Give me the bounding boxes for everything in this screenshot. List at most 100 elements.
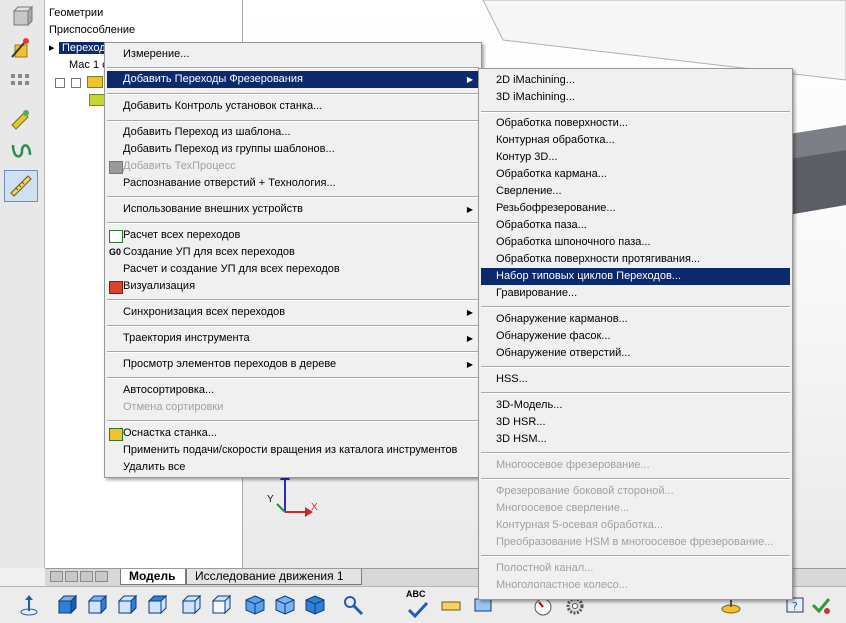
menu-separator bbox=[481, 555, 790, 557]
menu-separator bbox=[107, 67, 479, 69]
collapse-icon[interactable] bbox=[55, 78, 65, 88]
submenu-item-slot[interactable]: Обработка паза... bbox=[481, 217, 790, 234]
submenu-item-3d-model[interactable]: 3D-Модель... bbox=[481, 397, 790, 414]
tree-item-mac[interactable]: Мас 1 с bbox=[69, 57, 108, 73]
toolpath-icon[interactable] bbox=[4, 134, 38, 166]
submenu-item-pocket-recognition[interactable]: Обнаружение карманов... bbox=[481, 311, 790, 328]
menu-item-autosort[interactable]: Автосортировка... bbox=[107, 382, 479, 399]
menu-separator bbox=[481, 452, 790, 454]
submenu-item-profile[interactable]: Контурная обработка... bbox=[481, 132, 790, 149]
submenu-item-thread-milling[interactable]: Резьбофрезерование... bbox=[481, 200, 790, 217]
expand-icon[interactable]: ▸ bbox=[49, 40, 59, 56]
tab-nav-last[interactable] bbox=[95, 571, 108, 582]
submenu-item-pocket[interactable]: Обработка кармана... bbox=[481, 166, 790, 183]
tab-motion-study[interactable]: Исследование движения 1 bbox=[186, 569, 362, 585]
menu-item-toolpath[interactable]: Траектория инструмента ▶ bbox=[107, 330, 479, 347]
submenu-arrow-icon: ▶ bbox=[466, 334, 473, 343]
tree-item-sub[interactable] bbox=[89, 94, 105, 110]
part-icon[interactable] bbox=[4, 2, 38, 34]
menu-separator bbox=[107, 120, 479, 122]
tree-item-checkbox[interactable] bbox=[55, 76, 104, 92]
tab-nav-first[interactable] bbox=[50, 571, 63, 582]
submenu-item-hss[interactable]: HSS... bbox=[481, 371, 790, 388]
menu-item-visualization[interactable]: Визуализация bbox=[107, 278, 479, 295]
submenu-item-3d-hsm[interactable]: 3D HSM... bbox=[481, 431, 790, 448]
view-dimetric-icon[interactable] bbox=[272, 592, 298, 618]
menu-separator bbox=[107, 420, 479, 422]
menu-separator bbox=[481, 366, 790, 368]
menu-item-add-techprocess: Добавить ТехПроцесс bbox=[107, 158, 479, 175]
menu-item-create-nc-all[interactable]: G0 Создание УП для всех переходов bbox=[107, 244, 479, 261]
menu-separator bbox=[481, 478, 790, 480]
submenu-item-multiaxis: Многоосевое фрезерование... bbox=[496, 459, 650, 471]
tree-item-fixture[interactable]: Приспособление bbox=[49, 22, 135, 38]
submenu-item-hsm-to-multiaxis: Преобразование HSM в многоосевое фрезеро… bbox=[496, 536, 774, 548]
operation-icon bbox=[89, 94, 105, 106]
menu-item-add-from-template-group[interactable]: Добавить Переход из группы шаблонов... bbox=[107, 141, 479, 158]
submenu-item-side-milling: Фрезерование боковой стороной... bbox=[496, 485, 674, 497]
submenu-item-channel: Полостной канал... bbox=[496, 562, 594, 574]
menu-item-external-devices[interactable]: Использование внешних устройств ▶ bbox=[107, 201, 479, 218]
submenu-item-broaching[interactable]: Обработка поверхности протягивания... bbox=[481, 251, 790, 268]
submenu-item-hole-recognition[interactable]: Обнаружение отверстий... bbox=[481, 345, 790, 362]
submenu-arrow-icon: ▶ bbox=[466, 205, 473, 214]
tab-nav-next[interactable] bbox=[80, 571, 93, 582]
menu-separator bbox=[481, 392, 790, 394]
menu-separator bbox=[107, 377, 479, 379]
menu-item-delete-all[interactable]: Удалить все bbox=[107, 459, 479, 476]
menu-separator bbox=[481, 306, 790, 308]
submenu-item-contour-3d[interactable]: Контур 3D... bbox=[481, 149, 790, 166]
view-iso-icon[interactable] bbox=[242, 592, 268, 618]
submenu-arrow-icon: ▶ bbox=[466, 308, 473, 317]
menu-item-apply-feeds[interactable]: Применить подачи/скорости вращения из ка… bbox=[107, 442, 479, 459]
visualization-icon bbox=[109, 281, 123, 294]
view-left-icon[interactable] bbox=[114, 592, 140, 618]
measure-icon[interactable] bbox=[4, 170, 38, 202]
submenu-item-3d-imachining[interactable]: 3D iMachining... bbox=[481, 89, 790, 106]
tab-model[interactable]: Модель bbox=[120, 569, 186, 585]
measure-small-icon[interactable] bbox=[438, 592, 464, 618]
menu-separator bbox=[107, 196, 479, 198]
normal-to-icon[interactable] bbox=[16, 592, 42, 618]
magic-wand-icon[interactable] bbox=[4, 32, 38, 64]
menu-item-hole-recognition[interactable]: Распознавание отверстий + Технология... bbox=[107, 175, 479, 192]
submenu-item-face-milling[interactable]: Обработка поверхности... bbox=[481, 115, 790, 132]
menu-item-calc-create-nc-all[interactable]: Расчет и создание УП для всех переходов bbox=[107, 261, 479, 278]
menu-item-measure[interactable]: Измерение... bbox=[107, 46, 479, 63]
tree-item-geometry[interactable]: Геометрии bbox=[49, 5, 103, 21]
submenu-item-engraving[interactable]: Гравирование... bbox=[481, 285, 790, 302]
menu-item-add-setup-check[interactable]: Добавить Контроль установок станка... bbox=[107, 98, 479, 115]
submenu-item-cycle-set[interactable]: Набор типовых циклов Переходов... bbox=[481, 268, 790, 285]
menu-separator bbox=[107, 325, 479, 327]
checkbox[interactable] bbox=[71, 78, 82, 88]
menu-item-sync-all[interactable]: Синхронизация всех переходов ▶ bbox=[107, 304, 479, 321]
check-icon[interactable] bbox=[808, 592, 834, 618]
submenu-item-multiaxis-drilling: Многоосевое сверление... bbox=[496, 502, 630, 514]
pattern-icon[interactable] bbox=[4, 64, 38, 96]
view-right-icon[interactable] bbox=[144, 592, 170, 618]
view-trimetric-icon[interactable] bbox=[302, 592, 328, 618]
section-view-icon[interactable] bbox=[340, 592, 366, 618]
submenu-item-keyway[interactable]: Обработка шпоночного паза... bbox=[481, 234, 790, 251]
view-top-icon[interactable] bbox=[178, 592, 204, 618]
menu-item-calc-all[interactable]: Расчет всех переходов bbox=[107, 227, 479, 244]
menu-separator bbox=[107, 93, 479, 95]
menu-item-add-from-template[interactable]: Добавить Переход из шаблона... bbox=[107, 124, 479, 141]
menu-separator bbox=[107, 299, 479, 301]
tab-nav-prev[interactable] bbox=[65, 571, 78, 582]
spell-check-icon[interactable]: ABC bbox=[406, 589, 430, 619]
svg-text:?: ? bbox=[792, 600, 798, 613]
submenu-item-3d-hsr[interactable]: 3D HSR... bbox=[481, 414, 790, 431]
menu-item-add-milling[interactable]: Добавить Переходы Фрезерования ▶ bbox=[107, 71, 479, 88]
gcode-icon: G0 bbox=[109, 247, 122, 257]
view-front-icon[interactable] bbox=[54, 592, 80, 618]
menu-item-machine-tooling[interactable]: Оснастка станка... bbox=[107, 425, 479, 442]
submenu-item-drilling[interactable]: Сверление... bbox=[481, 183, 790, 200]
view-bottom-icon[interactable] bbox=[208, 592, 234, 618]
menu-separator bbox=[481, 111, 790, 113]
menu-item-view-elements[interactable]: Просмотр элементов переходов в дереве ▶ bbox=[107, 356, 479, 373]
submenu-item-chamfer-recognition[interactable]: Обнаружение фасок... bbox=[481, 328, 790, 345]
view-back-icon[interactable] bbox=[84, 592, 110, 618]
tool-icon[interactable] bbox=[4, 102, 38, 134]
submenu-item-2d-imachining[interactable]: 2D iMachining... bbox=[481, 72, 790, 89]
